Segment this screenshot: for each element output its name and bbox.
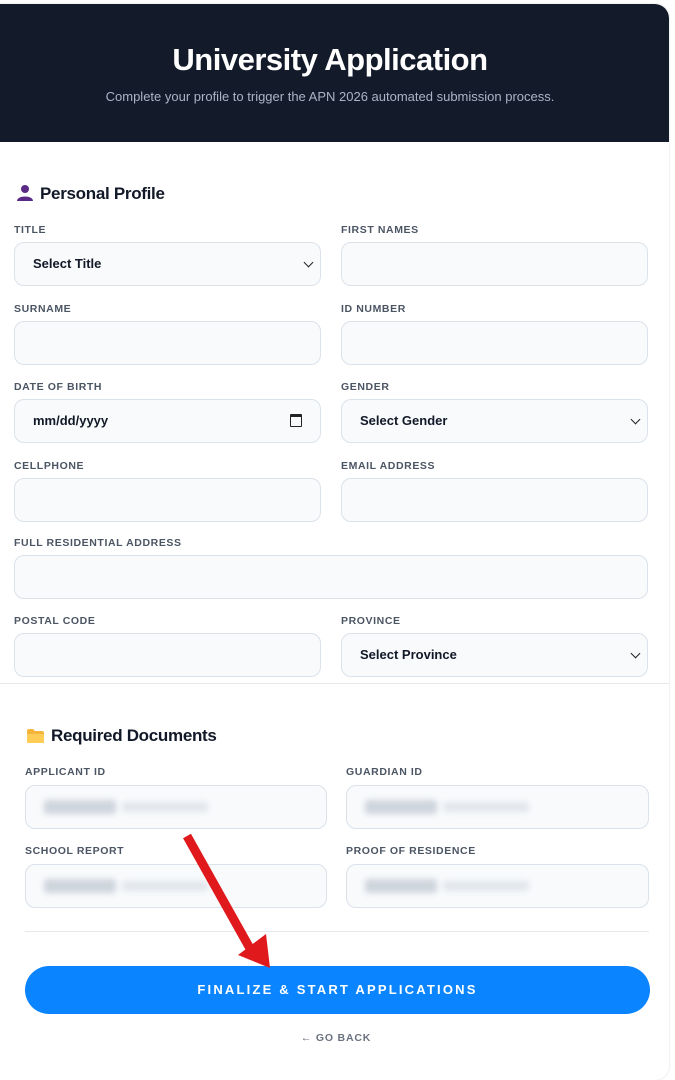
annotation-arrow bbox=[183, 833, 270, 968]
